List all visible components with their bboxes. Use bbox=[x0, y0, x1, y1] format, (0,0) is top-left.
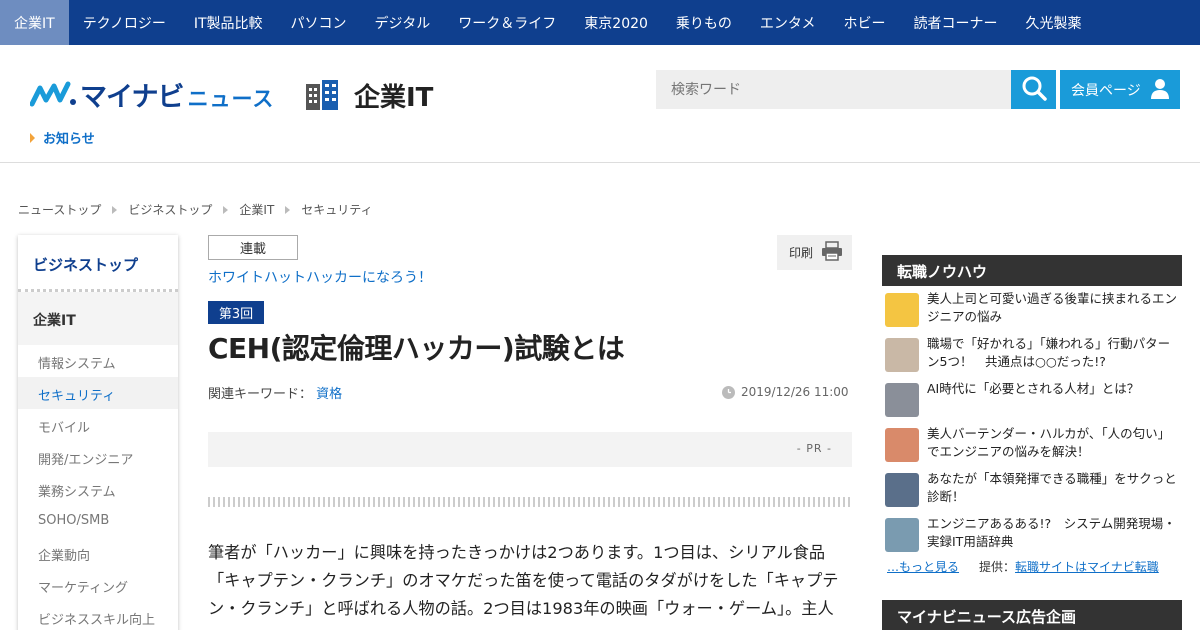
breadcrumb-item[interactable]: ニューストップ bbox=[18, 201, 101, 218]
sidebar-item[interactable]: マーケティング bbox=[18, 569, 178, 601]
nav-item[interactable]: テクノロジー bbox=[69, 0, 180, 45]
nav-item[interactable]: デジタル bbox=[361, 0, 445, 45]
ad-section-heading: マイナビニュース広告企画 bbox=[882, 600, 1182, 630]
series-tag: 連載 bbox=[208, 235, 298, 260]
building-icon bbox=[304, 78, 340, 114]
printer-icon bbox=[813, 241, 843, 264]
breadcrumb-item[interactable]: ビジネストップ bbox=[128, 201, 212, 218]
nav-item[interactable]: IT製品比較 bbox=[180, 0, 277, 45]
logo-sub-text: ニュース bbox=[187, 86, 275, 111]
career-article-title: あなたが「本領発揮できる職種」をサクっと診断！ bbox=[927, 471, 1177, 504]
career-article-item[interactable]: 美人上司と可愛い過ぎる後輩に挟まれるエンジニアの悩み bbox=[882, 290, 1182, 335]
body-line: 「キャプテン・クランチ」のオマケだった笛を使って電話のタダがけをした「キャプテ bbox=[208, 571, 839, 590]
sidebar-item[interactable]: セキュリティ bbox=[18, 377, 178, 409]
sidebar-item[interactable]: 情報システム bbox=[18, 345, 178, 377]
provider-label: 提供： bbox=[979, 560, 1016, 574]
member-page-button[interactable]: 会員ページ bbox=[1060, 70, 1180, 109]
site-header: マイナビ ニュース 企業IT お知らせ 検索ワード 会員ページ bbox=[0, 45, 1200, 163]
more-link[interactable]: …もっと見る bbox=[887, 558, 959, 575]
career-article-item[interactable]: 職場で「好かれる」「嫌われる」行動パターン5つ！ 共通点は○○だった!? bbox=[882, 335, 1182, 380]
career-article-title: AI時代に「必要とされる人材」とは？ bbox=[927, 381, 1140, 396]
dotted-divider bbox=[208, 497, 852, 507]
search-input[interactable] bbox=[656, 70, 1011, 109]
breadcrumb-separator-icon bbox=[285, 205, 291, 214]
global-nav: 企業IT テクノロジー IT製品比較 パソコン デジタル ワーク＆ライフ 東京2020 乗りも… bbox=[0, 0, 1200, 45]
breadcrumb: ニューストップ ビジネストップ 企業IT セキュリティ bbox=[18, 201, 373, 218]
nav-item[interactable]: 企業IT bbox=[0, 0, 69, 45]
nav-item[interactable]: ワーク＆ライフ bbox=[444, 0, 570, 45]
search-button[interactable] bbox=[1011, 70, 1056, 109]
section-logo[interactable]: 企業IT bbox=[304, 77, 433, 114]
nav-item[interactable]: エンタメ bbox=[746, 0, 830, 45]
print-label: 印刷 bbox=[789, 246, 814, 260]
print-button[interactable]: 印刷 bbox=[777, 235, 852, 270]
related-keywords: 関連キーワード： 資格 bbox=[208, 383, 342, 402]
career-article-item[interactable]: エンジニアあるある!? システム開発現場・実録IT用語辞典 bbox=[882, 515, 1182, 560]
article-thumbnail bbox=[885, 518, 919, 552]
person-icon bbox=[1151, 79, 1169, 103]
career-article-title: 職場で「好かれる」「嫌われる」行動パターン5つ！ 共通点は○○だった!? bbox=[927, 336, 1171, 369]
sidebar-item[interactable]: モバイル bbox=[18, 409, 178, 441]
triangle-bullet-icon bbox=[30, 132, 35, 143]
keyword-link[interactable]: 資格 bbox=[316, 387, 342, 402]
series-name-link[interactable]: ホワイトハットハッカーになろう！ bbox=[208, 267, 432, 287]
career-article-title: エンジニアあるある!? システム開発現場・実録IT用語辞典 bbox=[927, 516, 1176, 549]
nav-item[interactable]: 東京2020 bbox=[570, 0, 662, 45]
notice-link[interactable]: お知らせ bbox=[30, 128, 95, 147]
publish-date: 2019/12/26 11:00 bbox=[722, 385, 849, 399]
logo-main-text: マイナビ bbox=[80, 82, 184, 113]
article-thumbnail bbox=[885, 383, 919, 417]
nav-item[interactable]: パソコン bbox=[277, 0, 361, 45]
sidebar-top-link[interactable]: ビジネストップ bbox=[18, 235, 178, 292]
pr-label: - PR - bbox=[796, 442, 832, 455]
mynavi-logo-mark-icon bbox=[29, 80, 78, 110]
section-name: 企業IT bbox=[354, 83, 434, 113]
article-thumbnail bbox=[885, 473, 919, 507]
career-article-item[interactable]: 美人バーテンダー・ハルカが、「人の匂い」でエンジニアの悩みを解決！ bbox=[882, 425, 1182, 470]
notice-label: お知らせ bbox=[43, 132, 95, 147]
breadcrumb-item[interactable]: 企業IT bbox=[239, 201, 274, 218]
breadcrumb-item[interactable]: セキュリティ bbox=[301, 201, 372, 218]
sidebar-item[interactable]: 業務システム bbox=[18, 473, 178, 505]
article-body: 筆者が「ハッカー」に興味を持ったきっかけは2つあります。1つ目は、シリアル食品「… bbox=[208, 539, 858, 623]
nav-item[interactable]: 乗りもの bbox=[662, 0, 746, 45]
article-thumbnail bbox=[885, 293, 919, 327]
site-logo[interactable]: マイナビ ニュース bbox=[29, 75, 275, 114]
sidebar-item[interactable]: 企業動向 bbox=[18, 537, 178, 569]
breadcrumb-separator-icon bbox=[112, 205, 118, 214]
sidebar-item[interactable]: SOHO/SMB bbox=[18, 505, 178, 537]
career-article-list: 美人上司と可愛い過ぎる後輩に挟まれるエンジニアの悩み 職場で「好かれる」「嫌われる… bbox=[882, 290, 1182, 560]
career-more-row: …もっと見る 提供： 転職サイトはマイナビ転職 bbox=[887, 558, 1159, 575]
nav-item[interactable]: ホビー bbox=[830, 0, 900, 45]
career-article-title: 美人上司と可愛い過ぎる後輩に挟まれるエンジニアの悩み bbox=[927, 291, 1178, 324]
body-line: ン・クランチ」と呼ばれる人物の話。2つ目は1983年の映画「ウォー・ゲーム」。主… bbox=[208, 599, 834, 618]
article-thumbnail bbox=[885, 338, 919, 372]
search-icon bbox=[1021, 75, 1047, 105]
article-thumbnail bbox=[885, 428, 919, 462]
career-article-title: 美人バーテンダー・ハルカが、「人の匂い」でエンジニアの悩みを解決！ bbox=[927, 426, 1171, 459]
career-article-item[interactable]: AI時代に「必要とされる人材」とは？ bbox=[882, 380, 1182, 425]
career-section-heading: 転職ノウハウ bbox=[882, 255, 1182, 286]
sidebar-item[interactable]: 開発/エンジニア bbox=[18, 441, 178, 473]
provider-link[interactable]: 転職サイトはマイナビ転職 bbox=[1015, 558, 1159, 575]
pr-ad-box: - PR - bbox=[208, 432, 852, 467]
nav-item[interactable]: 読者コーナー bbox=[900, 0, 1012, 45]
keywords-label: 関連キーワード： bbox=[208, 387, 313, 402]
sidebar-item[interactable]: ビジネススキル向上 bbox=[18, 601, 178, 630]
sidebar-section-heading[interactable]: 企業IT bbox=[18, 292, 178, 345]
article-title: CEH(認定倫理ハッカー)試験とは bbox=[208, 332, 625, 365]
sidebar: ビジネストップ 企業IT 情報システム セキュリティ モバイル 開発/エンジニア 業務シ… bbox=[18, 235, 178, 630]
member-page-label: 会員ページ bbox=[1071, 82, 1141, 99]
nav-item[interactable]: 久光製薬 bbox=[1012, 0, 1096, 45]
body-line: 筆者が「ハッカー」に興味を持ったきっかけは2つあります。1つ目は、シリアル食品 bbox=[208, 543, 826, 562]
career-article-item[interactable]: あなたが「本領発揮できる職種」をサクっと診断！ bbox=[882, 470, 1182, 515]
clock-icon bbox=[722, 385, 735, 399]
date-text: 2019/12/26 11:00 bbox=[741, 385, 849, 399]
episode-badge: 第3回 bbox=[208, 301, 264, 324]
breadcrumb-separator-icon bbox=[223, 205, 229, 214]
